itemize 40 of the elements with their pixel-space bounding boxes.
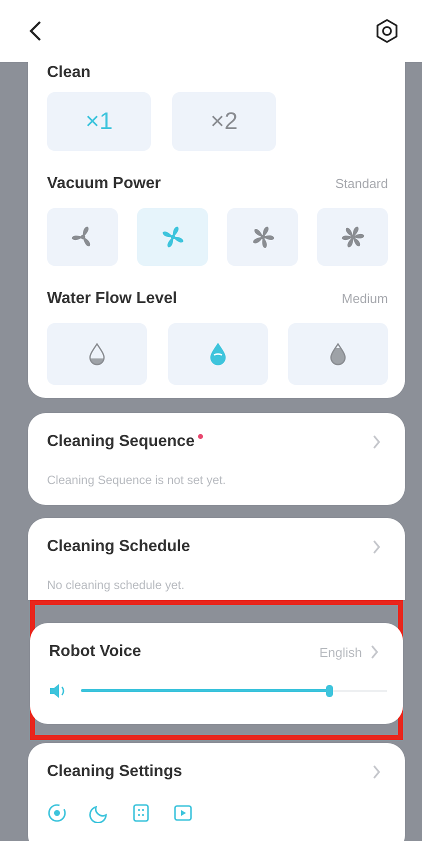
settings-card[interactable]: Cleaning Schedule No cleaning schedule yet. <box>28 518 405 600</box>
water-drop-icon <box>208 342 228 366</box>
back-icon <box>28 20 42 42</box>
water-drop-icon <box>328 342 348 366</box>
voice-language: English <box>319 644 362 660</box>
card-title: Cleaning Settings <box>47 763 182 781</box>
volume-slider[interactable] <box>81 684 387 698</box>
card-title: Robot Voice <box>49 643 142 661</box>
card-title: Cleaning Schedule <box>47 538 190 555</box>
back-button[interactable] <box>28 20 42 42</box>
settings-card[interactable]: Cleaning Sequence Cleaning Sequence is not set yet. <box>28 413 405 505</box>
suction-option[interactable] <box>317 208 388 266</box>
card-subtitle: No cleaning schedule yet. <box>47 578 186 592</box>
moon-icon <box>89 803 109 823</box>
slider-thumb[interactable] <box>326 685 333 697</box>
card-subtitle: Cleaning Sequence is not set yet. <box>47 473 227 487</box>
water-flow-option[interactable] <box>288 323 388 385</box>
settings-icon <box>374 18 400 44</box>
chevron-right-icon <box>372 540 381 554</box>
suction-option[interactable] <box>227 208 298 266</box>
settings-button[interactable] <box>374 18 400 44</box>
chevron-right-icon <box>370 645 379 659</box>
chevron-right-icon <box>372 765 381 779</box>
settings-card[interactable]: Robot Voice English <box>30 623 403 724</box>
water-drop-icon <box>87 342 107 366</box>
target-icon <box>47 803 67 823</box>
section-label: Water Flow Level <box>47 290 178 308</box>
section-value: Medium <box>342 291 388 306</box>
section-label: Clean <box>47 64 92 82</box>
suction-option[interactable] <box>47 208 118 266</box>
suction-option[interactable] <box>137 208 208 266</box>
water-flow-option[interactable] <box>47 323 147 385</box>
chevron-right-icon <box>372 435 381 449</box>
card-title: Cleaning Sequence <box>47 433 195 450</box>
grid-icon <box>131 803 151 823</box>
section-label: Vacuum Power <box>47 175 161 193</box>
screen-icon <box>173 803 193 823</box>
water-flow-option[interactable] <box>168 323 268 385</box>
settings-card[interactable]: Cleaning Settings <box>28 743 405 841</box>
section-value: Standard <box>335 176 388 191</box>
